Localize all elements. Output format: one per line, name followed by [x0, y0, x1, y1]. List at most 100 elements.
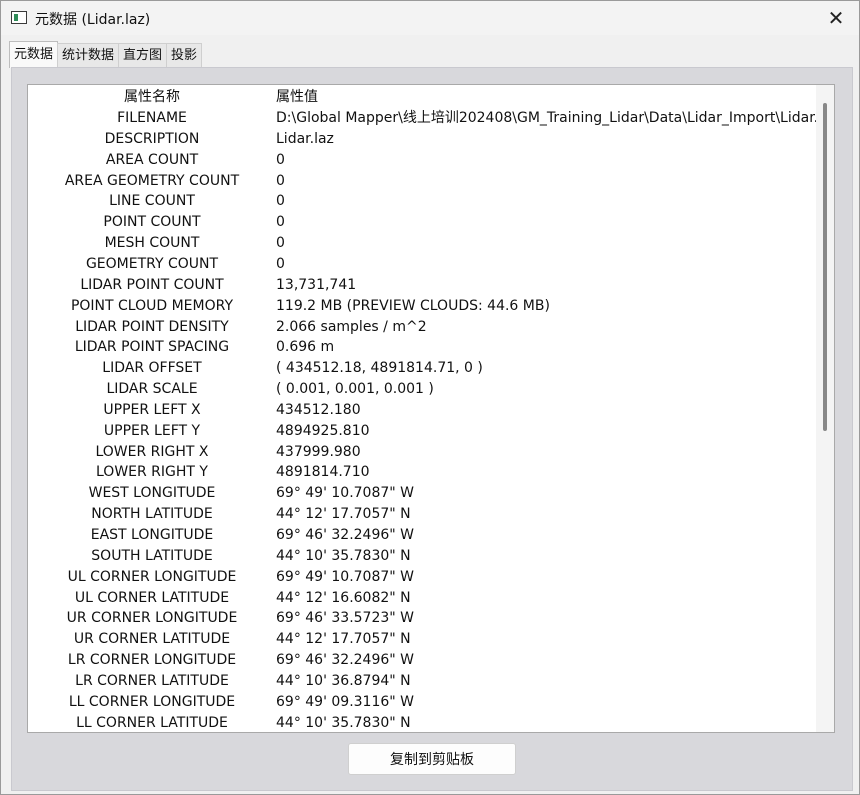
property-name: LIDAR POINT DENSITY	[75, 318, 229, 335]
property-value: 0.696 m	[276, 339, 335, 356]
app-icon	[11, 11, 27, 24]
property-name: WEST LONGITUDE	[88, 485, 216, 502]
property-name: LR CORNER LONGITUDE	[67, 652, 237, 669]
table-row[interactable]: UPPER LEFT X 434512.180	[28, 400, 818, 421]
property-name: MESH COUNT	[104, 235, 200, 252]
table-row[interactable]: GEOMETRY COUNT 0	[28, 254, 818, 275]
property-name: LINE COUNT	[109, 193, 195, 210]
table-row[interactable]: LR CORNER LATITUDE 44° 10' 36.8794" N	[28, 671, 818, 692]
table-row[interactable]: DESCRIPTION Lidar.laz	[28, 129, 818, 150]
table-row[interactable]: POINT CLOUD MEMORY 119.2 MB (PREVIEW CLOU…	[28, 296, 818, 317]
window-title: 元数据 (Lidar.laz)	[35, 12, 151, 28]
table-row[interactable]: EAST LONGITUDE 69° 46' 32.2496" W	[28, 525, 818, 546]
property-value: D:\Global Mapper\线上培训202408\GM_Training_…	[276, 110, 835, 126]
table-row[interactable]: UL CORNER LONGITUDE 69° 49' 10.7087" W	[28, 567, 818, 588]
table-row[interactable]: NORTH LATITUDE 44° 12' 17.7057" N	[28, 504, 818, 525]
property-value: 44° 10' 35.7830" N	[276, 714, 411, 731]
property-value: 0	[276, 172, 285, 189]
property-value: 69° 46' 32.2496" W	[276, 527, 415, 543]
property-value: ( 434512.18, 4891814.71, 0 )	[276, 360, 483, 377]
property-name: POINT CLOUD MEMORY	[70, 297, 234, 314]
property-value: 44° 12' 17.7057" N	[276, 631, 411, 648]
property-value: 0	[276, 151, 285, 168]
table-row[interactable]: LL CORNER LATITUDE 44° 10' 35.7830" N	[28, 713, 818, 732]
table-row[interactable]: SOUTH LATITUDE 44° 10' 35.7830" N	[28, 546, 818, 567]
vertical-scrollbar[interactable]	[816, 85, 834, 732]
column-header-name[interactable]: 属性名称	[28, 87, 276, 108]
property-value: 0	[276, 214, 285, 231]
property-name: AREA COUNT	[105, 151, 199, 168]
table-row[interactable]: AREA COUNT 0	[28, 150, 818, 171]
table-row[interactable]: LOWER RIGHT X 437999.980	[28, 442, 818, 463]
column-header-value[interactable]: 属性值	[276, 87, 318, 108]
property-name: LIDAR OFFSET	[102, 360, 202, 377]
property-name: LL CORNER LATITUDE	[76, 714, 228, 731]
table-row[interactable]: WEST LONGITUDE 69° 49' 10.7087" W	[28, 483, 818, 504]
title-bar[interactable]: 元数据 (Lidar.laz) ✕	[1, 1, 859, 35]
property-value: 4894925.810	[276, 422, 370, 439]
property-name: LIDAR SCALE	[106, 381, 198, 398]
table-row[interactable]: UL CORNER LATITUDE 44° 12' 16.6082" N	[28, 588, 818, 609]
table-row[interactable]: AREA GEOMETRY COUNT 0	[28, 171, 818, 192]
table-row[interactable]: LL CORNER LONGITUDE 69° 49' 09.3116" W	[28, 692, 818, 713]
copy-to-clipboard-button[interactable]: 复制到剪贴板	[348, 743, 516, 775]
property-value: 4891814.710	[276, 464, 370, 481]
property-name: AREA GEOMETRY COUNT	[64, 172, 240, 189]
table-row[interactable]: MESH COUNT 0	[28, 233, 818, 254]
table-row[interactable]: LINE COUNT 0	[28, 191, 818, 212]
table-row[interactable]: FILENAME D:\Global Mapper\线上培训202408\GM_T…	[28, 108, 834, 129]
property-name: LL CORNER LONGITUDE	[68, 693, 236, 710]
property-value: 0	[276, 193, 285, 210]
table-row[interactable]: UR CORNER LONGITUDE 69° 46' 33.5723" W	[28, 608, 818, 629]
property-value: 69° 46' 32.2496" W	[276, 652, 415, 669]
property-value: 0	[276, 235, 285, 252]
table-row[interactable]: LIDAR POINT DENSITY 2.066 samples / m^2	[28, 317, 818, 338]
property-value: 119.2 MB (PREVIEW CLOUDS: 44.6 MB)	[276, 297, 550, 314]
property-name: DESCRIPTION	[104, 130, 200, 147]
table-row[interactable]: LOWER RIGHT Y 4891814.710	[28, 462, 818, 483]
tab-histogram[interactable]: 直方图	[118, 43, 168, 68]
property-value: ( 0.001, 0.001, 0.001 )	[276, 381, 434, 398]
table-row[interactable]: UR CORNER LATITUDE 44° 12' 17.7057" N	[28, 629, 818, 650]
property-name: LIDAR POINT SPACING	[74, 339, 230, 356]
tab-projection[interactable]: 投影	[166, 43, 203, 68]
tab-statistics[interactable]: 统计数据	[57, 43, 120, 68]
table-row[interactable]: LIDAR POINT SPACING 0.696 m	[28, 337, 818, 358]
property-value: 44° 12' 16.6082" N	[276, 589, 411, 606]
property-value: 13,731,741	[276, 276, 357, 293]
property-name: SOUTH LATITUDE	[91, 547, 213, 564]
table-row[interactable]: LIDAR OFFSET ( 434512.18, 4891814.71, 0 )	[28, 358, 818, 379]
property-value: 44° 12' 17.7057" N	[276, 506, 411, 523]
property-value: 69° 49' 10.7087" W	[276, 485, 415, 502]
property-value: 0	[276, 255, 285, 272]
property-name: UR CORNER LATITUDE	[73, 631, 231, 648]
property-name: LR CORNER LATITUDE	[75, 672, 229, 689]
property-name: LOWER RIGHT Y	[96, 464, 208, 481]
table-row[interactable]: POINT COUNT 0	[28, 212, 818, 233]
property-name: UPPER LEFT Y	[103, 422, 201, 439]
close-icon[interactable]: ✕	[813, 1, 859, 35]
property-name: EAST LONGITUDE	[90, 527, 214, 543]
property-name: LIDAR POINT COUNT	[80, 276, 224, 293]
table-row[interactable]: UPPER LEFT Y 4894925.810	[28, 421, 818, 442]
property-value: 69° 46' 33.5723" W	[276, 610, 415, 627]
property-value: 44° 10' 35.7830" N	[276, 547, 411, 564]
property-value: 69° 49' 10.7087" W	[276, 568, 415, 585]
scrollbar-thumb[interactable]	[823, 103, 827, 431]
property-name: UL CORNER LATITUDE	[74, 589, 230, 606]
property-value: 2.066 samples / m^2	[276, 318, 427, 335]
property-name: LOWER RIGHT X	[95, 443, 209, 460]
tab-metadata[interactable]: 元数据	[9, 41, 59, 68]
table-row[interactable]: LIDAR POINT COUNT 13,731,741	[28, 275, 818, 296]
property-value: 434512.180	[276, 401, 361, 418]
property-name: POINT COUNT	[103, 214, 201, 231]
list-header: 属性名称 属性值	[28, 87, 818, 108]
property-name: UPPER LEFT X	[103, 401, 201, 418]
property-name: GEOMETRY COUNT	[85, 255, 219, 272]
property-name: NORTH LATITUDE	[91, 506, 213, 523]
property-name: FILENAME	[117, 110, 187, 126]
metadata-list[interactable]: 属性名称 属性值 FILENAME D:\Global Mapper\线上培训20…	[27, 84, 835, 733]
table-row[interactable]: LIDAR SCALE ( 0.001, 0.001, 0.001 )	[28, 379, 818, 400]
tab-bar: 元数据 统计数据 直方图 投影	[9, 41, 203, 68]
table-row[interactable]: LR CORNER LONGITUDE 69° 46' 32.2496" W	[28, 650, 818, 671]
